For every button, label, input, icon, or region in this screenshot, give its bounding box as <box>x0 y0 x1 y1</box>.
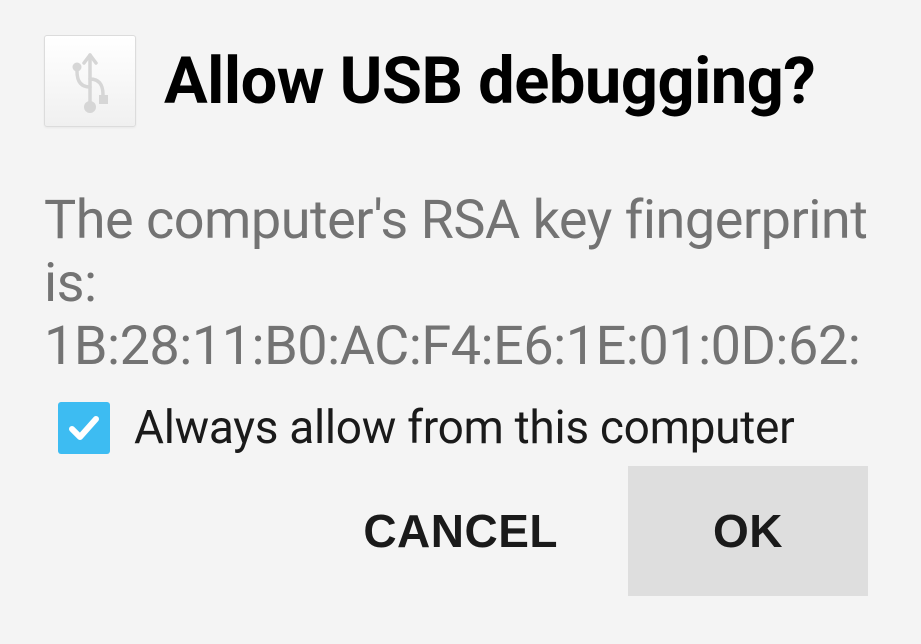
fingerprint-text: 1B:28:11:B0:AC:F4:E6:1E:01:0D:62: <box>44 315 877 378</box>
body-intro-text: The computer's RSA key fingerprint is: <box>44 189 877 315</box>
always-allow-checkbox[interactable] <box>58 402 110 454</box>
dialog-body: The computer's RSA key fingerprint is: 1… <box>44 189 877 379</box>
usb-debugging-dialog: Allow USB debugging? The computer's RSA … <box>0 0 921 644</box>
checkmark-icon <box>64 408 104 448</box>
always-allow-row[interactable]: Always allow from this computer <box>58 401 877 455</box>
dialog-buttons: CANCEL OK <box>355 466 868 596</box>
dialog-title: Allow USB debugging? <box>164 43 815 119</box>
always-allow-label: Always allow from this computer <box>134 401 794 455</box>
usb-icon <box>44 35 136 127</box>
cancel-button[interactable]: CANCEL <box>355 492 566 570</box>
ok-button[interactable]: OK <box>628 466 868 596</box>
dialog-header: Allow USB debugging? <box>44 35 877 127</box>
